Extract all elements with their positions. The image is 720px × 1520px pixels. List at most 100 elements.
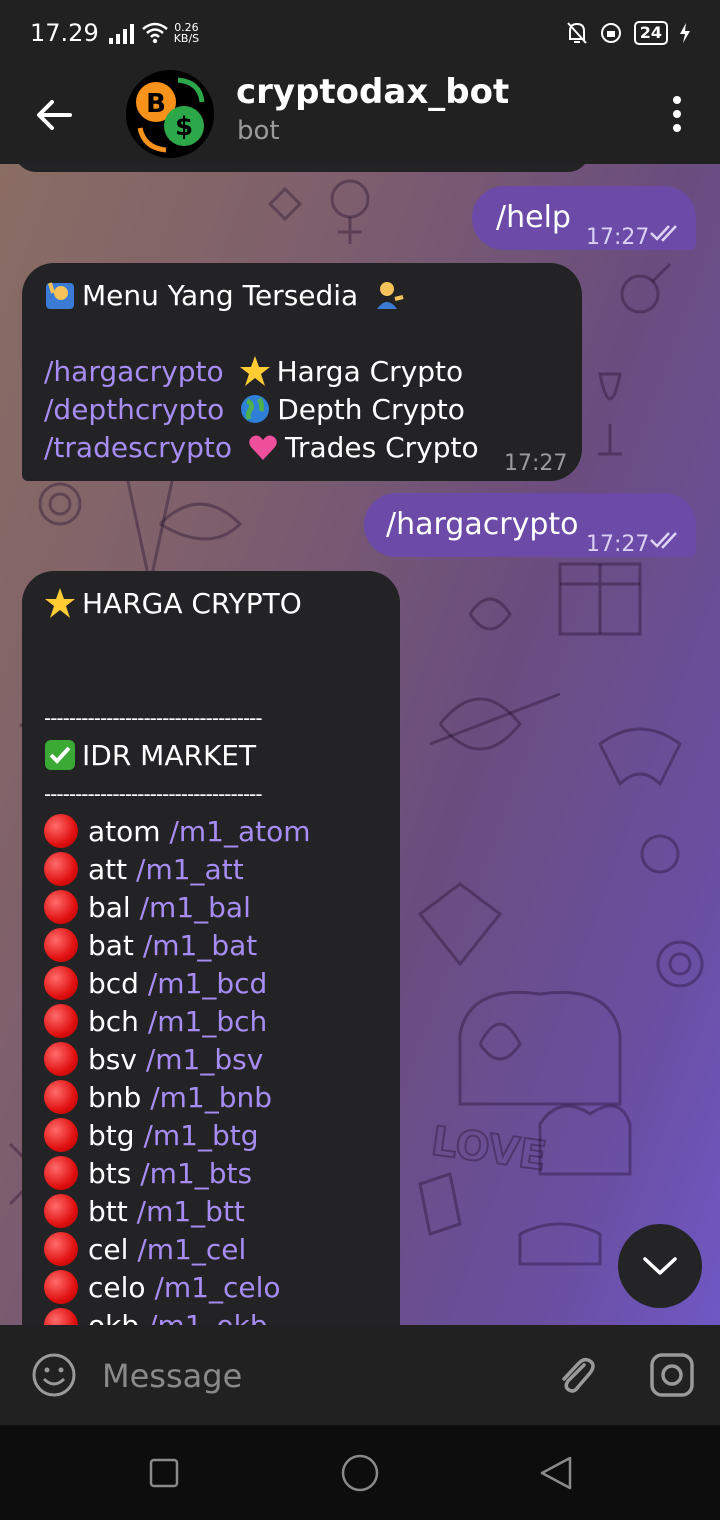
list-title-line: HARGA CRYPTO (44, 585, 378, 623)
chevron-down-icon (643, 1257, 677, 1275)
coin-row: celo /m1_celo (44, 1269, 378, 1307)
system-nav-bar (0, 1425, 720, 1520)
wifi-icon (141, 22, 168, 44)
coin-command-link[interactable]: /m1_atom (169, 815, 310, 848)
paperclip-icon[interactable] (552, 1351, 600, 1399)
coin-row: atom /m1_atom (44, 813, 378, 851)
back-triangle-icon[interactable] (538, 1455, 574, 1491)
message-time: 17:27 (586, 532, 650, 557)
glowing-star-icon (239, 356, 270, 386)
message-text: /hargacrypto (386, 507, 579, 542)
coin-name: bnb (88, 1081, 142, 1114)
list-title: HARGA CRYPTO (82, 587, 302, 620)
coin-row: bcd /m1_bcd (44, 965, 378, 1003)
message-text: /help (496, 200, 571, 235)
red-circle-icon (44, 1042, 78, 1076)
separator-line: ----------------------------------- (44, 706, 263, 730)
red-circle-icon (44, 1156, 78, 1190)
menu-item-harga: /hargacrypto Harga Crypto (44, 353, 560, 391)
message-incoming-harga-list[interactable]: HARGA CRYPTO ---------------------------… (22, 571, 400, 1325)
bell-off-icon (566, 22, 587, 44)
chat-title[interactable]: cryptodax_bot (236, 72, 509, 112)
coin-command-link[interactable]: /m1_att (136, 853, 244, 886)
svg-text:$: $ (175, 112, 193, 142)
coin-command-link[interactable]: /m1_bch (148, 1005, 267, 1038)
coin-command-link[interactable]: /m1_bts (140, 1157, 252, 1190)
message-outgoing-hargacrypto[interactable]: /hargacrypto 17:27 (364, 493, 696, 557)
coin-name: bch (88, 1005, 139, 1038)
command-link-hargacrypto[interactable]: /hargacrypto (44, 355, 224, 388)
command-link-tradescrypto[interactable]: /tradescrypto (44, 431, 232, 464)
double-check-icon (650, 225, 677, 242)
bot-logo: B $ (126, 70, 214, 158)
red-circle-icon (44, 852, 78, 886)
red-circle-icon (44, 814, 78, 848)
message-input[interactable] (100, 1347, 524, 1405)
menu-label-depth: Depth Crypto (277, 393, 465, 426)
coin-row: bal /m1_bal (44, 889, 378, 927)
coin-row: btg /m1_btg (44, 1117, 378, 1155)
double-check-icon (650, 532, 677, 549)
speed-unit: KB/S (173, 32, 200, 45)
camera-icon[interactable] (648, 1351, 696, 1399)
arrow-left-icon[interactable] (30, 90, 80, 140)
coin-name: cel (88, 1233, 129, 1266)
recent-apps-icon[interactable] (148, 1457, 180, 1489)
chat-area[interactable]: LOVE /help 17:27 Menu Yang Tersedia /har… (0, 164, 720, 1325)
red-circle-icon (44, 928, 78, 962)
coin-command-link[interactable]: /m1_btt (137, 1195, 245, 1228)
red-circle-icon (44, 1232, 78, 1266)
menu-item-depth: /depthcrypto Depth Crypto (44, 391, 560, 429)
scroll-down-button[interactable] (618, 1224, 702, 1308)
menu-label-harga: Harga Crypto (276, 355, 464, 388)
glowing-star-icon (45, 588, 75, 618)
coin-command-link[interactable]: /m1_cel (137, 1233, 246, 1266)
avatar[interactable]: B $ (126, 70, 214, 158)
more-vertical-icon[interactable] (662, 92, 692, 136)
coin-name: btg (88, 1119, 135, 1152)
coin-name: att (88, 853, 128, 886)
message-composer (0, 1325, 720, 1425)
coin-command-link[interactable]: /m1_bcd (148, 967, 267, 1000)
svg-text:LOVE: LOVE (429, 1118, 550, 1180)
coin-name: celo (88, 1271, 146, 1304)
menu-title-line: Menu Yang Tersedia (44, 277, 560, 315)
status-time: 17.29 (30, 19, 99, 47)
coin-row: okb /m1_okb (44, 1307, 378, 1325)
red-circle-icon (44, 1308, 78, 1325)
coin-command-link[interactable]: /m1_btg (143, 1119, 258, 1152)
command-link-depthcrypto[interactable]: /depthcrypto (44, 393, 224, 426)
chat-subtitle: bot (237, 116, 280, 146)
coin-command-link[interactable]: /m1_bal (140, 891, 251, 924)
message-incoming-menu[interactable]: Menu Yang Tersedia /hargacrypto Harga Cr… (22, 263, 582, 481)
globe-icon (241, 395, 270, 423)
person-tipping-hand-icon (377, 282, 404, 309)
coin-row: bat /m1_bat (44, 927, 378, 965)
network-speed: 0.26 KB/S (174, 22, 199, 44)
coin-command-link[interactable]: /m1_bsv (146, 1043, 263, 1076)
person-raising-hand-icon (46, 282, 74, 309)
red-circle-icon (44, 1194, 78, 1228)
coin-name: bts (88, 1157, 132, 1190)
coin-command-link[interactable]: /m1_bat (143, 929, 257, 962)
coin-row: bch /m1_bch (44, 1003, 378, 1041)
coin-command-link[interactable]: /m1_okb (148, 1309, 268, 1325)
red-circle-icon (44, 890, 78, 924)
coin-command-link[interactable]: /m1_celo (154, 1271, 280, 1304)
red-circle-icon (44, 966, 78, 1000)
coin-name: bcd (88, 967, 139, 1000)
message-outgoing-help[interactable]: /help 17:27 (472, 186, 696, 250)
coin-name: atom (88, 815, 161, 848)
svg-text:B: B (146, 89, 166, 119)
market-heading: IDR MARKET (82, 739, 257, 772)
red-circle-icon (44, 1270, 78, 1304)
home-icon[interactable] (340, 1453, 380, 1493)
signal-icon (108, 22, 134, 44)
menu-label-trades: Trades Crypto (284, 431, 479, 464)
coin-name: bal (88, 891, 131, 924)
chat-header: B $ cryptodax_bot bot (0, 66, 720, 164)
smiley-icon[interactable] (30, 1351, 78, 1399)
message-time: 17:27 (586, 225, 650, 250)
coin-command-link[interactable]: /m1_bnb (150, 1081, 272, 1114)
coin-name: bsv (88, 1043, 137, 1076)
